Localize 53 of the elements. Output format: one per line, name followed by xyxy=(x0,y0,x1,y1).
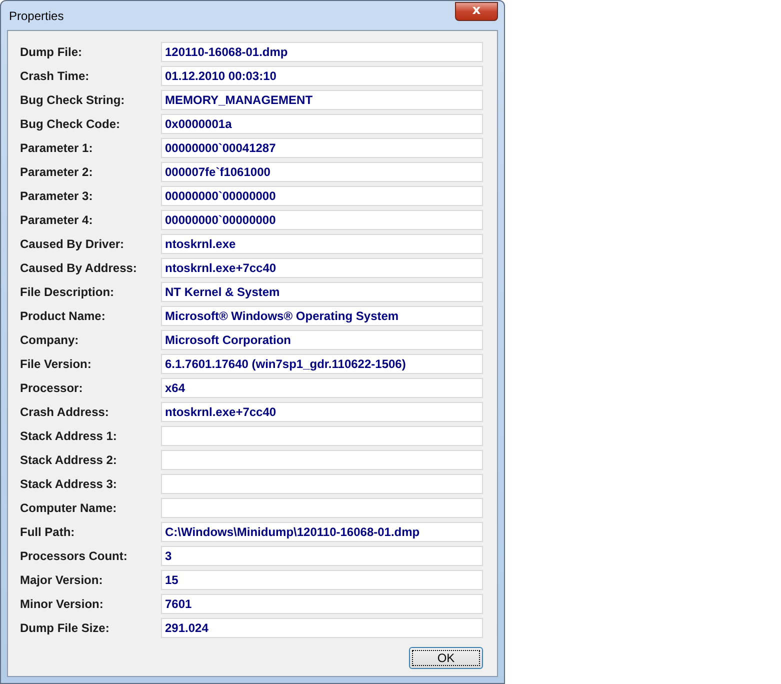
value-field[interactable]: ntoskrnl.exe+7cc40 xyxy=(161,402,483,422)
value-field[interactable]: x64 xyxy=(161,378,483,398)
value-field[interactable]: MEMORY_MANAGEMENT xyxy=(161,90,483,110)
field-label: Caused By Driver: xyxy=(20,237,126,251)
field-label: Crash Address: xyxy=(20,405,110,419)
value-field[interactable]: 120110-16068-01.dmp xyxy=(161,42,483,62)
ok-button[interactable]: OK xyxy=(409,647,483,669)
value-field[interactable]: 00000000`00000000 xyxy=(161,186,483,206)
field-label: Full Path: xyxy=(20,525,76,539)
window-title: Properties xyxy=(8,8,64,22)
field-label: Caused By Address: xyxy=(20,261,138,275)
field-label: Computer Name: xyxy=(20,501,118,515)
field-label: Parameter 3: xyxy=(20,189,94,203)
field-label: File Version: xyxy=(20,357,92,371)
field-label: Major Version: xyxy=(20,573,104,587)
field-label: Minor Version: xyxy=(20,597,104,611)
value-field[interactable]: 291.024 xyxy=(161,618,483,638)
value-field[interactable]: 7601 xyxy=(161,594,483,614)
value-field[interactable] xyxy=(161,474,483,494)
field-label: Bug Check Code: xyxy=(20,117,122,131)
field-label: Company: xyxy=(20,333,80,347)
field-label: Parameter 4: xyxy=(20,213,94,227)
field-label: Dump File Size: xyxy=(20,621,110,635)
field-label: Stack Address 1: xyxy=(20,429,118,443)
value-field[interactable]: Microsoft® Windows® Operating System xyxy=(161,306,483,326)
value-field[interactable]: 3 xyxy=(161,546,483,566)
field-label: Dump File: xyxy=(20,45,83,59)
value-field[interactable]: 00000000`00000000 xyxy=(161,210,483,230)
value-field[interactable]: ntoskrnl.exe xyxy=(161,234,483,254)
field-label: File Description: xyxy=(20,285,116,299)
value-field[interactable]: 00000000`00041287 xyxy=(161,138,483,158)
value-field[interactable]: 000007fe`f1061000 xyxy=(161,162,483,182)
field-label: Processor: xyxy=(20,381,84,395)
field-label: Stack Address 3: xyxy=(20,477,118,491)
field-label: Stack Address 2: xyxy=(20,453,118,467)
value-field[interactable]: NT Kernel & System xyxy=(161,282,483,302)
value-field[interactable]: 6.1.7601.17640 (win7sp1_gdr.110622-1506) xyxy=(161,354,483,374)
field-label: Parameter 2: xyxy=(20,165,94,179)
value-field[interactable]: 01.12.2010 00:03:10 xyxy=(161,66,483,86)
value-field[interactable]: C:\Windows\Minidump\120110-16068-01.dmp xyxy=(161,522,483,542)
field-label: Bug Check String: xyxy=(20,93,126,107)
value-field[interactable]: 15 xyxy=(161,570,483,590)
field-label: Product Name: xyxy=(20,309,106,323)
value-field[interactable] xyxy=(161,426,483,446)
close-button[interactable]: x xyxy=(455,2,498,20)
value-field[interactable]: 0x0000001a xyxy=(161,114,483,134)
field-label: Parameter 1: xyxy=(20,141,94,155)
value-field[interactable] xyxy=(161,498,483,518)
field-label: Processors Count: xyxy=(20,549,128,563)
value-field[interactable]: Microsoft Corporation xyxy=(161,330,483,350)
field-label: Crash Time: xyxy=(20,69,90,83)
value-field[interactable] xyxy=(161,450,483,470)
value-field[interactable]: ntoskrnl.exe+7cc40 xyxy=(161,258,483,278)
